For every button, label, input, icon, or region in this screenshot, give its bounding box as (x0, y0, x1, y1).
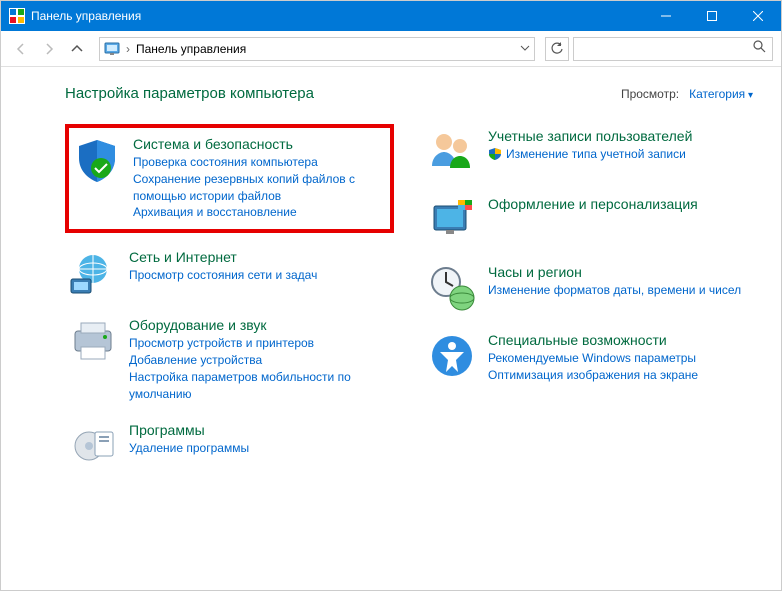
category-title[interactable]: Учетные записи пользователей (488, 128, 749, 144)
window-title: Панель управления (31, 9, 141, 23)
minimize-button[interactable] (643, 1, 689, 31)
category-link[interactable]: Настройка параметров мобильности по умол… (129, 369, 390, 403)
shield-icon (73, 136, 121, 184)
category-title[interactable]: Сеть и Интернет (129, 249, 390, 265)
category-link[interactable]: Проверка состояния компьютера (133, 154, 386, 171)
category-link[interactable]: Удаление программы (129, 440, 390, 457)
programs-icon (69, 422, 117, 470)
uac-shield-icon (488, 147, 502, 161)
page-title: Настройка параметров компьютера (65, 85, 314, 102)
category-hardware: Оборудование и звук Просмотр устройств и… (65, 313, 394, 406)
titlebar: Панель управления (1, 1, 781, 31)
content-area: Настройка параметров компьютера Просмотр… (1, 67, 781, 474)
navigation-bar: › Панель управления (1, 31, 781, 67)
ease-of-access-icon (428, 332, 476, 380)
category-link[interactable]: Изменение типа учетной записи (506, 146, 686, 163)
users-icon (428, 128, 476, 176)
category-link[interactable]: Сохранение резервных копий файлов с помо… (133, 171, 386, 205)
category-link[interactable]: Оптимизация изображения на экране (488, 367, 749, 384)
maximize-button[interactable] (689, 1, 735, 31)
view-label: Просмотр: (621, 87, 679, 101)
breadcrumb-location[interactable]: Панель управления (136, 42, 246, 56)
category-title[interactable]: Система и безопасность (133, 136, 386, 152)
category-link[interactable]: Просмотр устройств и принтеров (129, 335, 390, 352)
address-dropdown-icon[interactable] (520, 42, 530, 56)
back-button[interactable] (9, 37, 33, 61)
up-button[interactable] (65, 37, 89, 61)
category-link[interactable]: Добавление устройства (129, 352, 390, 369)
category-accounts: Учетные записи пользователей Изменение т… (424, 124, 753, 180)
clock-icon (428, 264, 476, 312)
category-ease-of-access: Специальные возможности Рекомендуемые Wi… (424, 328, 753, 388)
network-icon (69, 249, 117, 297)
breadcrumb-separator-icon: › (126, 42, 130, 56)
control-panel-app-icon (9, 8, 25, 24)
category-title[interactable]: Оборудование и звук (129, 317, 390, 333)
category-network: Сеть и Интернет Просмотр состояния сети … (65, 245, 394, 301)
forward-button[interactable] (37, 37, 61, 61)
category-link[interactable]: Рекомендуемые Windows параметры (488, 350, 749, 367)
control-panel-icon (104, 41, 120, 57)
category-title[interactable]: Оформление и персонализация (488, 196, 749, 212)
search-input[interactable] (573, 37, 773, 61)
view-dropdown[interactable]: Категория (689, 87, 753, 101)
refresh-button[interactable] (545, 37, 569, 61)
category-link[interactable]: Архивация и восстановление (133, 204, 386, 221)
printer-icon (69, 317, 117, 365)
category-link[interactable]: Изменение форматов даты, времени и чисел (488, 282, 749, 299)
category-system-security: Система и безопасность Проверка состояни… (65, 124, 394, 233)
category-personalization: Оформление и персонализация (424, 192, 753, 248)
personalization-icon (428, 196, 476, 244)
search-icon (752, 39, 766, 58)
category-title[interactable]: Часы и регион (488, 264, 749, 280)
close-button[interactable] (735, 1, 781, 31)
category-clock-region: Часы и регион Изменение форматов даты, в… (424, 260, 753, 316)
category-title[interactable]: Специальные возможности (488, 332, 749, 348)
address-bar[interactable]: › Панель управления (99, 37, 535, 61)
category-programs: Программы Удаление программы (65, 418, 394, 474)
category-title[interactable]: Программы (129, 422, 390, 438)
category-link[interactable]: Просмотр состояния сети и задач (129, 267, 390, 284)
